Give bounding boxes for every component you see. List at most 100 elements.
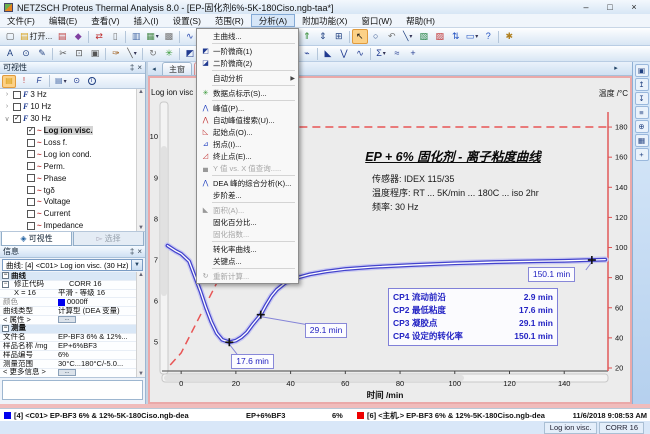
tree-scrollbar[interactable]: ▲▼ — [136, 89, 145, 231]
pin-icon[interactable]: ‡ — [130, 247, 134, 256]
toolbar2-curve-tool-button[interactable]: ∿ — [352, 46, 368, 61]
toolbar1-undo-zoom-button[interactable]: ↶ — [384, 29, 400, 44]
tree-item-1[interactable]: ›F10 Hz — [0, 101, 145, 113]
tree-item-9[interactable]: ~Voltage — [0, 196, 145, 208]
menubar-item-settings[interactable]: 设置(S) — [166, 14, 208, 27]
close-icon[interactable]: × — [137, 63, 142, 72]
toolbar2-copy-button[interactable]: ⊡ — [71, 46, 87, 61]
collapse-icon[interactable]: − — [2, 325, 9, 332]
tree-item-0[interactable]: ›F3 Hz — [0, 89, 145, 101]
tree-item-2[interactable]: ∨✓F30 Hz — [0, 113, 145, 125]
visibility-checkbox[interactable]: ✓ — [13, 115, 21, 123]
toolbar2-find-button[interactable]: ⊙ — [18, 46, 34, 61]
sum-tool-dropdown-icon[interactable]: ▾ — [383, 50, 386, 57]
collapse-icon[interactable]: − — [2, 281, 9, 288]
visibility-checkbox[interactable] — [27, 174, 35, 182]
analysis-menu-item-17[interactable]: 步阶差... — [198, 189, 297, 201]
scroll-up-icon[interactable]: ▲ — [138, 272, 144, 278]
toolbar2-reset-view-button[interactable]: ↻ — [145, 46, 161, 61]
analysis-menu-item-16[interactable]: ⋀DEA 峰的综合分析(K)... — [198, 177, 297, 189]
side-list-view-button[interactable]: ≡ — [635, 106, 649, 119]
toolbar1-open-measurement-button[interactable]: ▤ — [54, 29, 70, 44]
tab-scroll-left-button[interactable]: ◂ — [148, 63, 160, 75]
analysis-menu-item-11[interactable]: ◺起始点(O)... — [198, 126, 297, 138]
visibility-checkbox[interactable] — [13, 103, 21, 111]
minimize-button[interactable]: – — [574, 1, 598, 14]
toolbar1-draw-line-button[interactable]: ╲▾ — [400, 29, 416, 44]
visibility-toolbar-show-curves-button[interactable]: ▤ — [2, 75, 16, 88]
side-restore-view-button[interactable]: ▣ — [635, 64, 649, 77]
analysis-menu-item-5[interactable]: 自动分析▶ — [198, 72, 297, 84]
tree-item-7[interactable]: ~Phase — [0, 172, 145, 184]
toolbar1-scale-axes-button[interactable]: ⇕ — [315, 29, 331, 44]
pin-icon[interactable]: ‡ — [130, 63, 134, 72]
tree-item-3[interactable]: ✓~Log ion visc. — [0, 125, 145, 137]
tab-scroll-right-button[interactable]: ▸ — [610, 62, 622, 74]
toolbar2-crosshair-tool-button[interactable]: + — [405, 46, 421, 61]
toolbar2-glass-transition-button[interactable]: ⌁ — [299, 46, 315, 61]
menubar-item-range[interactable]: 范围(R) — [208, 14, 251, 27]
expander-icon[interactable]: ∨ — [3, 115, 11, 123]
toolbar1-full-range-button[interactable]: ⊞ — [331, 29, 347, 44]
toolbar2-font-button[interactable]: A — [2, 46, 18, 61]
visibility-toolbar-page-mode-button[interactable]: ▤▾ — [53, 75, 69, 88]
visibility-checkbox[interactable] — [27, 210, 35, 218]
menubar-item-edit[interactable]: 编辑(E) — [42, 14, 84, 27]
toolbar1-new-file-button[interactable]: ▢ — [2, 29, 18, 44]
analysis-menu-item-2[interactable]: ◩一阶微商(1) — [198, 45, 297, 57]
side-crosshair-mode-button[interactable]: + — [635, 148, 649, 161]
analysis-menu-item-23[interactable]: 转化率曲线... — [198, 243, 297, 255]
analysis-menu-item-13[interactable]: ◿终止点(E)... — [198, 150, 297, 162]
curve-selector[interactable]: 曲线: [4] <C01> Log ion visc. (30 Hz) ▼ — [2, 259, 143, 271]
toolbar2-line-style-button[interactable]: ╲▾ — [124, 46, 140, 61]
tree-item-8[interactable]: ~tgδ — [0, 184, 145, 196]
toolbar2-sum-tool-button[interactable]: Σ▾ — [373, 46, 389, 61]
toolbar1-window-layout-button[interactable]: ▭▾ — [464, 29, 481, 44]
toolbar1-insert-analysis-button[interactable]: ⇑ — [299, 29, 315, 44]
tree-item-11[interactable]: ~Impedance — [0, 220, 145, 232]
toolbar1-green-report-button[interactable]: ▧ — [416, 29, 432, 44]
visibility-toolbar-frequency-filter-button[interactable]: F — [32, 75, 46, 88]
export-image-dropdown-icon[interactable]: ▾ — [156, 33, 159, 40]
tree-item-6[interactable]: ~Perm. — [0, 160, 145, 172]
x-axis-scrollbar-thumb[interactable] — [164, 375, 464, 381]
menubar-item-window[interactable]: 窗口(W) — [354, 14, 399, 27]
ellipsis-button[interactable]: ... — [58, 316, 76, 323]
toolbar2-settings-gear-button[interactable]: ✳ — [161, 46, 177, 61]
toolbar1-print-preview-button[interactable]: ▥ — [128, 29, 144, 44]
analysis-menu-item-12[interactable]: ⊿拐点(I)... — [198, 138, 297, 150]
analysis-menu-item-20[interactable]: 固化百分比... — [198, 216, 297, 228]
toolbar1-context-help-button[interactable]: ? — [480, 29, 496, 44]
maximize-button[interactable]: □ — [598, 1, 622, 14]
y-axis-scrollbar-thumb[interactable] — [161, 146, 167, 296]
visibility-checkbox[interactable] — [27, 162, 35, 170]
toolbar1-red-report-button[interactable]: ▨ — [432, 29, 448, 44]
toolbar2-valley-tool-button[interactable]: ⋁ — [336, 46, 352, 61]
visibility-checkbox[interactable] — [27, 186, 35, 194]
analysis-menu-item-9[interactable]: ⋀峰值(P)... — [198, 102, 297, 114]
draw-line-dropdown-icon[interactable]: ▾ — [409, 33, 412, 40]
side-axis-grid-button[interactable]: ▦ — [635, 134, 649, 147]
toolbar2-brush-button[interactable]: ✑ — [108, 46, 124, 61]
side-export-page-down-button[interactable]: ↧ — [635, 92, 649, 105]
chevron-down-icon[interactable]: ▼ — [131, 260, 142, 270]
side-zoom-mode-button[interactable]: ⊕ — [635, 120, 649, 133]
toolbar1-swap-axes-button[interactable]: ⇅ — [448, 29, 464, 44]
menubar-item-extras[interactable]: 附加功能(X) — [295, 14, 354, 27]
visibility-checkbox[interactable] — [27, 198, 35, 206]
visibility-checkbox[interactable] — [27, 150, 35, 158]
side-export-page-up-button[interactable]: ↥ — [635, 78, 649, 91]
grid-scrollbar[interactable]: ▲▼ — [136, 272, 145, 377]
visibility-checkbox[interactable] — [27, 139, 35, 147]
menubar-item-help[interactable]: 帮助(H) — [399, 14, 442, 27]
tree-item-4[interactable]: ~Loss f. — [0, 137, 145, 149]
scroll-down-icon[interactable]: ▼ — [138, 371, 144, 377]
toolbar1-open-file-button[interactable]: ▤打开... — [18, 29, 54, 44]
toolbar2-area-tool-button[interactable]: ◣ — [320, 46, 336, 61]
collapse-icon[interactable]: − — [2, 272, 9, 279]
analysis-menu-item-24[interactable]: 关键点... — [198, 255, 297, 267]
tree-item-10[interactable]: ~Current — [0, 208, 145, 220]
toolbar1-export-state-button[interactable]: ◆ — [70, 29, 86, 44]
visibility-toolbar-preview-curve-button[interactable]: ⊙ — [70, 75, 84, 88]
visibility-toolbar-important-only-button[interactable]: ! — [17, 75, 31, 88]
